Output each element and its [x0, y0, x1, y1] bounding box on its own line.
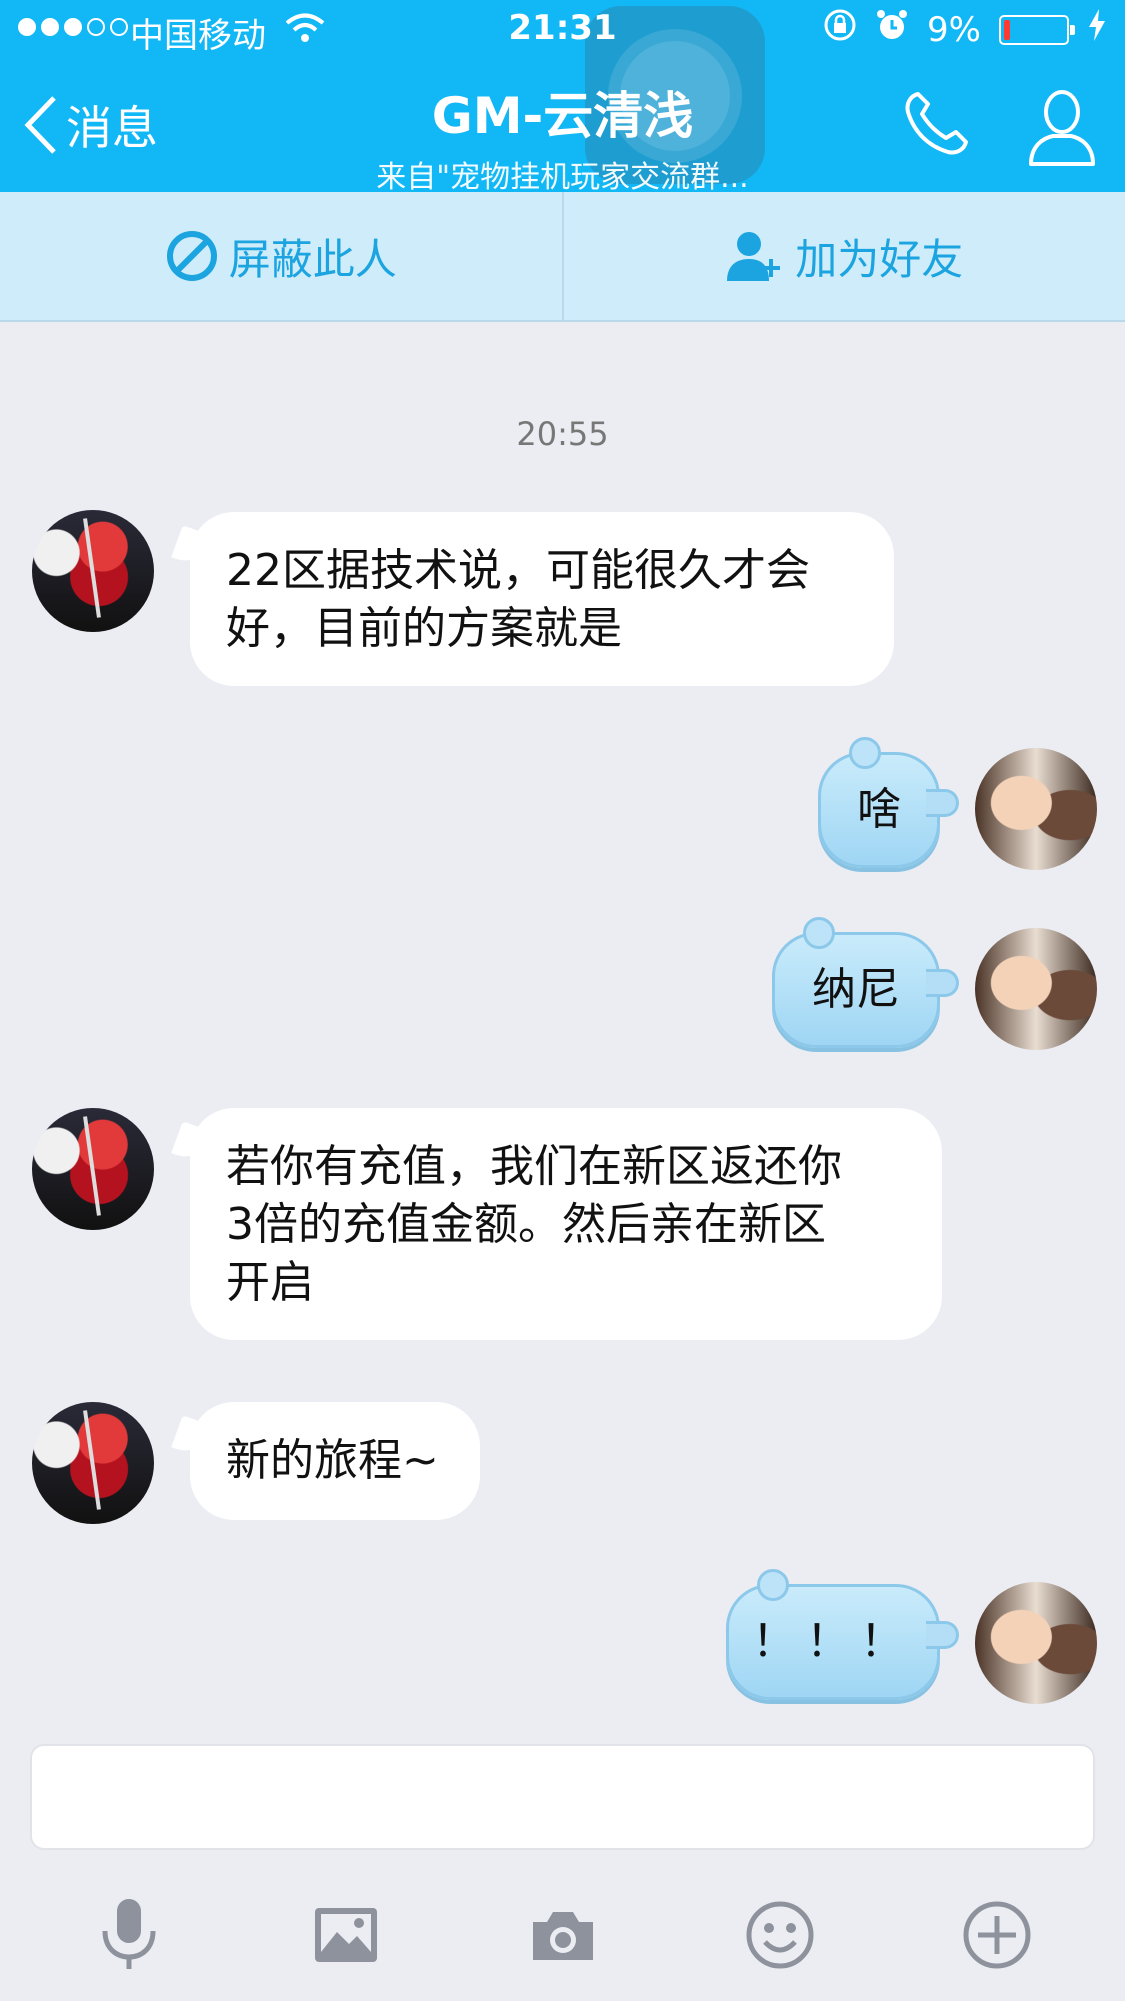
- message-bubble-outgoing[interactable]: ！！！: [726, 1569, 959, 1700]
- message-bubble-outgoing[interactable]: 啥: [818, 737, 959, 868]
- message-text: 3倍的充值金额。然后亲在新区: [226, 1199, 826, 1250]
- message-bubble-incoming[interactable]: 新的旅程~: [190, 1402, 480, 1520]
- header: 中国移动 21:31 9% 消息 GM-云清浅 来自"宠物挂机玩家交流群...: [0, 0, 1125, 195]
- profile-button[interactable]: [1025, 88, 1099, 172]
- add-friend-button[interactable]: 加为好友: [561, 192, 1125, 320]
- emoji-icon: [746, 1901, 813, 1969]
- phone-call-button[interactable]: [900, 88, 972, 164]
- status-bar: 中国移动 21:31 9%: [0, 0, 1125, 60]
- more-button[interactable]: [957, 1895, 1037, 1975]
- message-input[interactable]: [30, 1744, 1095, 1850]
- message-text: 好，目前的方案就是: [226, 603, 622, 654]
- my-avatar[interactable]: [975, 928, 1097, 1050]
- message-text: ！！！: [752, 1616, 914, 1667]
- block-user-button[interactable]: 屏蔽此人: [0, 192, 562, 320]
- message-text: 若你有充值，我们在新区返还你: [226, 1141, 842, 1192]
- message-text: 22区据技术说，可能很久才会: [226, 545, 810, 596]
- input-toolbar: [0, 1880, 1125, 1990]
- action-bar: 屏蔽此人 加为好友: [0, 192, 1125, 322]
- image-icon: [314, 1908, 377, 1962]
- camera-button[interactable]: [523, 1895, 603, 1975]
- my-avatar[interactable]: [975, 748, 1097, 870]
- message-bubble-outgoing[interactable]: 纳尼: [772, 917, 959, 1048]
- message-bubble-incoming[interactable]: 若你有充值，我们在新区返还你 3倍的充值金额。然后亲在新区 开启: [190, 1108, 942, 1340]
- add-friend-label: 加为好友: [795, 234, 964, 284]
- battery-icon: [999, 14, 1075, 45]
- battery-percent: 9%: [927, 9, 981, 50]
- voice-button[interactable]: [89, 1895, 169, 1975]
- contact-avatar[interactable]: [32, 1402, 154, 1524]
- person-icon: [1029, 90, 1095, 166]
- plus-icon: [963, 1901, 1030, 1969]
- message-text: 开启: [226, 1257, 314, 1308]
- message-bubble-incoming[interactable]: 22区据技术说，可能很久才会 好，目前的方案就是: [190, 512, 894, 686]
- alarm-icon: [875, 8, 909, 51]
- camera-icon: [532, 1912, 593, 1960]
- microphone-icon: [102, 1899, 155, 1969]
- emoji-button[interactable]: [740, 1895, 820, 1975]
- message-text: 啥: [857, 784, 901, 835]
- block-icon: [166, 231, 217, 281]
- phone-icon: [905, 92, 968, 155]
- my-avatar[interactable]: [975, 1582, 1097, 1704]
- add-friend-icon: [727, 232, 781, 281]
- contact-avatar[interactable]: [32, 510, 154, 632]
- orientation-lock-icon: [823, 8, 857, 51]
- photo-button[interactable]: [306, 1895, 386, 1975]
- message-timestamp: 20:55: [516, 415, 609, 453]
- block-user-label: 屏蔽此人: [228, 234, 397, 284]
- contact-avatar[interactable]: [32, 1108, 154, 1230]
- charging-icon: [1087, 9, 1107, 50]
- message-text: 纳尼: [812, 964, 900, 1015]
- message-text: 新的旅程~: [226, 1435, 439, 1486]
